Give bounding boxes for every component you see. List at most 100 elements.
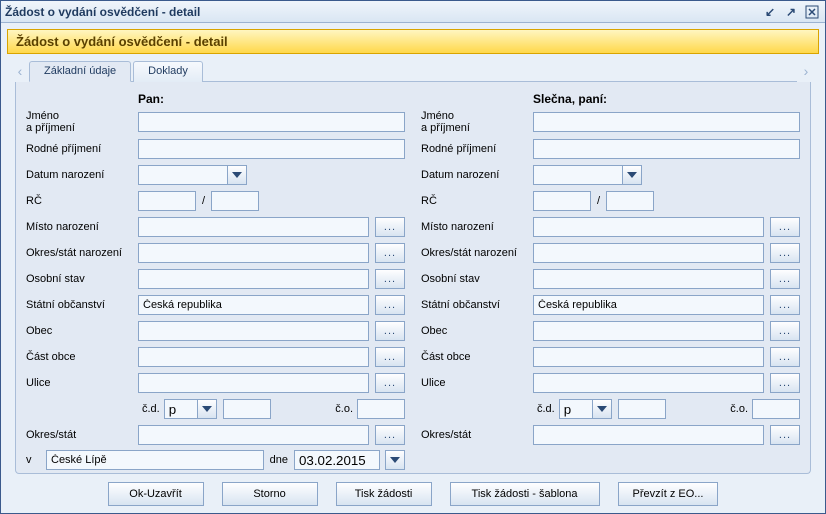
- date-dropdown-button[interactable]: [385, 450, 405, 470]
- label-obec-right: Obec: [421, 325, 533, 337]
- tisk-sablona-button[interactable]: Tisk žádosti - šablona: [450, 482, 600, 506]
- right-header: Slečna, paní:: [533, 92, 800, 106]
- maiden-input-left[interactable]: [138, 139, 405, 159]
- tab-doklady[interactable]: Doklady: [133, 61, 203, 82]
- rc-a-input-left[interactable]: [138, 191, 196, 211]
- birthdistrict-input-left[interactable]: [138, 243, 369, 263]
- birthdistrict-picker-left[interactable]: ...: [375, 243, 405, 263]
- birthplace-input-right[interactable]: [533, 217, 764, 237]
- ulice-input-right[interactable]: [533, 373, 764, 393]
- cd-number-input-right[interactable]: [618, 399, 666, 419]
- dob-dropdown-button-left[interactable]: [227, 165, 247, 185]
- citizenship-picker-left[interactable]: ...: [375, 295, 405, 315]
- label-castobce-right: Část obce: [421, 351, 533, 363]
- label-rc-left: RČ: [26, 195, 138, 207]
- app-window: Žádost o vydání osvědčení - detail ↙ ↗ Ž…: [0, 0, 826, 514]
- dob-input-left[interactable]: [139, 166, 209, 184]
- rc-slash-right: /: [591, 195, 606, 207]
- castobce-input-right[interactable]: [533, 347, 764, 367]
- birthdistrict-input-right[interactable]: [533, 243, 764, 263]
- obec-picker-left[interactable]: ...: [375, 321, 405, 341]
- tisk-zadosti-button[interactable]: Tisk žádosti: [336, 482, 432, 506]
- label-name-left: Jméno a příjmení: [26, 110, 138, 134]
- label-obec-left: Obec: [26, 325, 138, 337]
- okres-picker-left[interactable]: ...: [375, 425, 405, 445]
- tab-panel: Pan: Jméno a příjmení Rodné příjmení Dat…: [15, 82, 811, 474]
- ulice-picker-right[interactable]: ...: [770, 373, 800, 393]
- ok-button[interactable]: Ok-Uzavřít: [108, 482, 204, 506]
- label-rc-right: RČ: [421, 195, 533, 207]
- rc-b-input-left[interactable]: [211, 191, 259, 211]
- label-co-left: č.o.: [335, 403, 353, 415]
- window-close-icon[interactable]: [803, 4, 821, 20]
- dob-input-right[interactable]: [534, 166, 604, 184]
- obec-input-left[interactable]: [138, 321, 369, 341]
- label-maiden-right: Rodné příjmení: [421, 143, 533, 155]
- citizenship-input-right[interactable]: [533, 295, 764, 315]
- cd-number-input-left[interactable]: [223, 399, 271, 419]
- name-input-right[interactable]: [533, 112, 800, 132]
- castobce-picker-left[interactable]: ...: [375, 347, 405, 367]
- window-title: Žádost o vydání osvědčení - detail: [5, 5, 200, 19]
- birthplace-input-left[interactable]: [138, 217, 369, 237]
- tab-scroll-left-icon[interactable]: ‹: [11, 61, 29, 81]
- label-castobce-left: Část obce: [26, 351, 138, 363]
- rc-a-input-right[interactable]: [533, 191, 591, 211]
- cd-type-input-left[interactable]: [165, 400, 193, 418]
- marital-input-right[interactable]: [533, 269, 764, 289]
- window-minimize-icon[interactable]: ↙: [761, 4, 779, 20]
- rc-slash-left: /: [196, 195, 211, 207]
- label-dob-right: Datum narození: [421, 169, 533, 181]
- co-input-left[interactable]: [357, 399, 405, 419]
- tab-scroll-right-icon[interactable]: ›: [797, 61, 815, 81]
- label-marital-left: Osobní stav: [26, 273, 138, 285]
- storno-button[interactable]: Storno: [222, 482, 318, 506]
- button-bar: Ok-Uzavřít Storno Tisk žádosti Tisk žádo…: [1, 482, 825, 514]
- okres-input-left[interactable]: [138, 425, 369, 445]
- citizenship-picker-right[interactable]: ...: [770, 295, 800, 315]
- label-birthplace-right: Místo narození: [421, 221, 533, 233]
- label-dob-left: Datum narození: [26, 169, 138, 181]
- okres-picker-right[interactable]: ...: [770, 425, 800, 445]
- marital-picker-left[interactable]: ...: [375, 269, 405, 289]
- cd-type-dropdown-right[interactable]: [592, 399, 612, 419]
- label-v: v: [26, 454, 40, 466]
- marital-picker-right[interactable]: ...: [770, 269, 800, 289]
- okres-input-right[interactable]: [533, 425, 764, 445]
- label-maiden-left: Rodné příjmení: [26, 143, 138, 155]
- window-maximize-icon[interactable]: ↗: [782, 4, 800, 20]
- ulice-picker-left[interactable]: ...: [375, 373, 405, 393]
- marital-input-left[interactable]: [138, 269, 369, 289]
- left-header: Pan:: [138, 92, 405, 106]
- tab-zakladni-udaje[interactable]: Základní údaje: [29, 61, 131, 82]
- prevzit-eo-button[interactable]: Převzít z EO...: [618, 482, 719, 506]
- label-birthdistrict-left: Okres/stát narození: [26, 247, 138, 259]
- label-dne: dne: [270, 454, 288, 466]
- label-cd-right: č.d.: [537, 403, 555, 415]
- birthplace-picker-right[interactable]: ...: [770, 217, 800, 237]
- label-ulice-left: Ulice: [26, 377, 138, 389]
- castobce-input-left[interactable]: [138, 347, 369, 367]
- dob-dropdown-button-right[interactable]: [622, 165, 642, 185]
- cd-type-dropdown-left[interactable]: [197, 399, 217, 419]
- rc-b-input-right[interactable]: [606, 191, 654, 211]
- obec-picker-right[interactable]: ...: [770, 321, 800, 341]
- obec-input-right[interactable]: [533, 321, 764, 341]
- label-ulice-right: Ulice: [421, 377, 533, 389]
- label-cd-left: č.d.: [142, 403, 160, 415]
- label-marital-right: Osobní stav: [421, 273, 533, 285]
- citizenship-input-left[interactable]: [138, 295, 369, 315]
- ulice-input-left[interactable]: [138, 373, 369, 393]
- cd-type-input-right[interactable]: [560, 400, 588, 418]
- birthplace-picker-left[interactable]: ...: [375, 217, 405, 237]
- maiden-input-right[interactable]: [533, 139, 800, 159]
- birthdistrict-picker-right[interactable]: ...: [770, 243, 800, 263]
- name-input-left[interactable]: [138, 112, 405, 132]
- castobce-picker-right[interactable]: ...: [770, 347, 800, 367]
- co-input-right[interactable]: [752, 399, 800, 419]
- date-input[interactable]: [295, 451, 375, 469]
- window-titlebar[interactable]: Žádost o vydání osvědčení - detail ↙ ↗: [1, 1, 825, 23]
- place-input[interactable]: [46, 450, 264, 470]
- label-birthdistrict-right: Okres/stát narození: [421, 247, 533, 259]
- label-okres-left: Okres/stát: [26, 429, 138, 441]
